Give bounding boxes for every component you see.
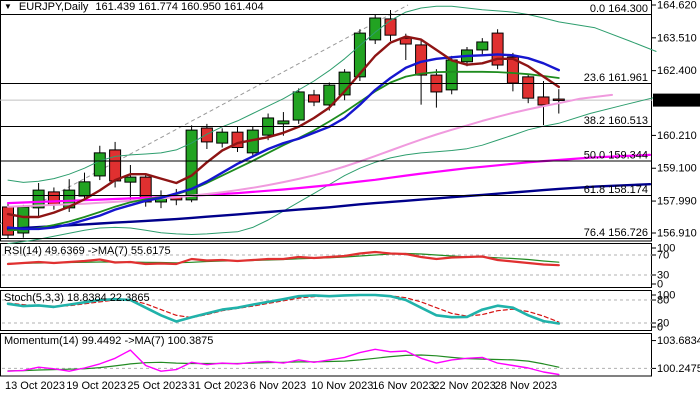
- candle-bear: [553, 99, 564, 100]
- candle-bull: [278, 121, 289, 124]
- candle-bear: [201, 128, 212, 142]
- chart-canvas[interactable]: 0.0 164.300 23.6 161.961 38.2 160.513 50.0 …: [0, 0, 700, 400]
- price-axis[interactable]: 164.620 163.510 162.400 160.210 159.100 157.9…: [652, 0, 700, 240]
- date-axis-label: 31 Oct 2023: [189, 380, 249, 392]
- price-axis-label: 156.910: [657, 228, 697, 240]
- price-axis-label: 159.100: [657, 163, 697, 175]
- candle-bull: [477, 42, 488, 50]
- current-price-value: 161.404: [657, 95, 697, 107]
- candle-bull: [79, 182, 90, 196]
- stoch-label: Stoch(5,3,3) 18.8384 22.3865: [4, 292, 150, 304]
- candle-bull: [446, 60, 457, 90]
- trading-chart-window: ▼ EURJPY,Daily 161.439 161.774 160.950 1…: [0, 0, 700, 400]
- candle-bear: [385, 19, 396, 35]
- date-axis-label: 6 Nov 2023: [250, 380, 306, 392]
- price-axis-label: 160.210: [657, 130, 697, 142]
- ohlc-values: 161.439 161.774 160.950 161.404: [95, 1, 263, 13]
- price-axis-label: 157.990: [657, 196, 697, 208]
- date-axis[interactable]: 13 Oct 202319 Oct 202325 Oct 202331 Oct …: [5, 380, 557, 392]
- date-axis-label: 22 Nov 2023: [433, 380, 495, 392]
- symbol-timeframe-label: EURJPY,Daily: [19, 1, 89, 13]
- fib-level-label: 0.0 164.300: [590, 3, 648, 15]
- fib-level-label: 23.6 161.961: [584, 72, 648, 84]
- price-axis-label: 162.400: [657, 65, 697, 77]
- date-axis-label: 13 Oct 2023: [5, 380, 65, 392]
- momentum-axis-label: 103.6834: [657, 335, 700, 347]
- candle-bear: [48, 192, 59, 205]
- date-axis-label: 25 Oct 2023: [127, 380, 187, 392]
- momentum-label: Momentum(14) 99.4492 ->MA(7) 100.3875: [4, 335, 213, 347]
- chart-title-bar: ▼ EURJPY,Daily 161.439 161.774 160.950 1…: [4, 1, 264, 13]
- stoch-axis-label: 0: [657, 322, 663, 334]
- stoch-axis-label: 80: [657, 295, 669, 307]
- candle-bear: [538, 97, 549, 105]
- fib-level-label: 61.8 158.174: [584, 184, 648, 196]
- rsi-label: RSI(14) 49.6369 ->MA(7) 55.6175: [4, 245, 171, 257]
- chart-dropdown-icon[interactable]: ▼: [4, 2, 12, 12]
- date-axis-label: 19 Oct 2023: [66, 380, 126, 392]
- price-axis-label: 163.510: [657, 32, 697, 44]
- fib-level-label: 50.0 159.344: [584, 150, 648, 162]
- candle-bull: [217, 132, 228, 143]
- candle-bull: [293, 92, 304, 120]
- rsi-axis-label: 70: [657, 250, 669, 262]
- fib-level-label: 38.2 160.513: [584, 115, 648, 127]
- candle-bear: [110, 150, 121, 181]
- date-axis-label: 28 Nov 2023: [495, 380, 557, 392]
- candle-bear: [309, 95, 320, 102]
- date-axis-label: 10 Nov 2023: [311, 380, 373, 392]
- candle-bear: [523, 77, 534, 98]
- date-axis-label: 16 Nov 2023: [372, 380, 434, 392]
- candle-bull: [125, 177, 136, 182]
- momentum-axis-label: 100.2475: [657, 363, 700, 375]
- fib-level-label: 76.4 156.726: [584, 227, 648, 239]
- price-axis-label: 164.620: [657, 0, 697, 12]
- candle-bull: [94, 153, 105, 176]
- main-chart-area[interactable]: [1, 1, 652, 242]
